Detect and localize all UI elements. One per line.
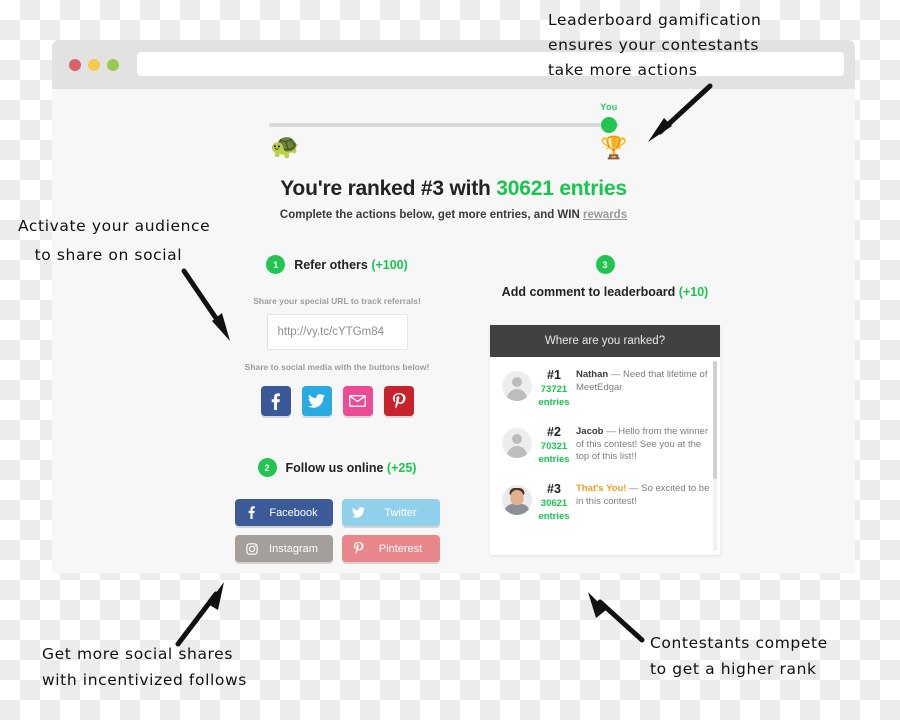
social-share-hint: Share to social media with the buttons b… bbox=[244, 362, 430, 372]
rank-cell: #1 73721 entries bbox=[532, 368, 576, 408]
rank-value: #3 bbox=[547, 482, 561, 496]
browser-window: You 🐢 🏆 You're ranked #3 with 30621 entr… bbox=[52, 40, 855, 573]
step-3-badge: 3 bbox=[595, 255, 615, 274]
referral-url-value: http://vy.tc/cYTGm84 bbox=[277, 326, 385, 338]
leaderboard-column: 3 Add comment to leaderboard (+10) Where… bbox=[460, 255, 750, 555]
follow-instagram-button[interactable]: Instagram bbox=[234, 535, 333, 562]
annotation-left: Activate your audience to share on socia… bbox=[18, 217, 211, 264]
entries-label: entries bbox=[538, 397, 570, 408]
follow-instagram-label: Instagram bbox=[269, 542, 318, 555]
step-2-header: 2 Follow us online (+25) bbox=[212, 458, 462, 477]
headline-entries: 30621 entries bbox=[496, 177, 627, 200]
entries-label: entries bbox=[538, 511, 570, 522]
comment-cell: Nathan — Need that lifetime of MeetEdgar bbox=[576, 368, 710, 408]
follow-twitter-label: Twitter bbox=[384, 506, 417, 519]
step-1-badge: 1 bbox=[266, 255, 286, 274]
follow-button-grid: Facebook Twitter Instagram Pinterest bbox=[234, 499, 440, 562]
step-3-points: (+10) bbox=[678, 285, 709, 299]
annotation-top: Leaderboard gamification ensures your co… bbox=[548, 11, 762, 79]
comment-dash: — bbox=[603, 426, 619, 437]
share-twitter-button[interactable] bbox=[301, 386, 332, 416]
comment-author: Nathan bbox=[576, 369, 609, 380]
step-3-label: Add comment to leaderboard bbox=[501, 285, 679, 299]
window-minimize-button[interactable] bbox=[88, 59, 100, 71]
comment-cell: Jacob — Hello from the winner of this co… bbox=[576, 425, 710, 465]
step-3-header: 3 bbox=[460, 255, 750, 274]
instagram-icon bbox=[243, 542, 261, 555]
actions-column: 1 Refer others (+100) Share your special… bbox=[212, 255, 462, 562]
window-maximize-button[interactable] bbox=[107, 59, 119, 71]
step-1-header: 1 Refer others (+100) bbox=[212, 255, 462, 274]
table-row[interactable]: #1 73721 entries Nathan — Need that life… bbox=[490, 357, 720, 414]
avatar bbox=[502, 371, 532, 401]
referral-url-input[interactable]: http://vy.tc/cYTGm84 bbox=[266, 314, 408, 350]
table-row[interactable]: #3 30621 entries That's You! — So excite… bbox=[490, 471, 720, 528]
step-2-label: Follow us online bbox=[285, 460, 387, 475]
comment-author: Jacob bbox=[576, 426, 604, 437]
envelope-icon bbox=[349, 395, 366, 407]
share-email-button[interactable] bbox=[342, 386, 373, 416]
scrollbar-thumb[interactable] bbox=[713, 361, 717, 479]
twitter-icon bbox=[308, 394, 325, 408]
window-close-button[interactable] bbox=[69, 59, 81, 71]
entries-value: 30621 bbox=[540, 498, 568, 509]
avatar bbox=[502, 428, 532, 458]
twitter-icon bbox=[350, 507, 368, 518]
facebook-icon bbox=[271, 392, 280, 410]
comment-cell: That's You! — So excited to be in this c… bbox=[576, 482, 710, 522]
comment-author: That's You! bbox=[576, 483, 627, 494]
step-3-title: Add comment to leaderboard (+10) bbox=[460, 285, 750, 299]
step-2-badge: 2 bbox=[257, 458, 277, 477]
annotation-arrow-bottom-left bbox=[175, 582, 224, 647]
comment-dash: — bbox=[608, 369, 623, 380]
follow-twitter-button[interactable]: Twitter bbox=[341, 499, 440, 526]
entries-label: entries bbox=[538, 454, 570, 465]
table-row[interactable]: #2 70321 entries Jacob — Hello from the … bbox=[490, 414, 720, 471]
trophy-icon: 🏆 bbox=[600, 135, 628, 160]
follow-pinterest-button[interactable]: Pinterest bbox=[341, 535, 440, 562]
follow-facebook-button[interactable]: Facebook bbox=[234, 499, 333, 526]
headline-prefix: You're ranked #3 with bbox=[280, 177, 497, 200]
comment-dash: — bbox=[626, 483, 642, 494]
rank-cell: #2 70321 entries bbox=[532, 425, 576, 465]
rank-value: #2 bbox=[547, 425, 561, 439]
share-pinterest-button[interactable] bbox=[383, 386, 414, 416]
page-title: You're ranked #3 with 30621 entries bbox=[52, 177, 855, 201]
facebook-icon bbox=[243, 506, 261, 519]
step-2-points: (+25) bbox=[386, 460, 417, 475]
subtitle-text: Complete the actions below, get more ent… bbox=[279, 209, 583, 221]
annotation-arrow-top bbox=[648, 83, 713, 142]
annotation-bottom-right: Contestants compete to get a higher rank bbox=[650, 634, 828, 678]
entries-value: 73721 bbox=[540, 384, 568, 395]
leaderboard-progress-track: You 🐢 🏆 bbox=[52, 102, 855, 167]
pinterest-icon bbox=[392, 392, 406, 408]
follow-facebook-label: Facebook bbox=[269, 506, 318, 519]
share-facebook-button[interactable] bbox=[260, 386, 291, 416]
leaderboard-panel: Where are you ranked? #1 73721 entries N… bbox=[490, 325, 720, 555]
progress-you-label: You bbox=[600, 102, 618, 112]
share-button-row bbox=[212, 386, 462, 416]
step-1-title: Refer others (+100) bbox=[294, 258, 408, 272]
step-1-points: (+100) bbox=[371, 257, 408, 272]
annotation-arrow-left bbox=[181, 268, 230, 341]
rank-cell: #3 30621 entries bbox=[532, 482, 576, 522]
leaderboard-list[interactable]: #1 73721 entries Nathan — Need that life… bbox=[490, 357, 720, 555]
entries-value: 70321 bbox=[540, 441, 568, 452]
progress-you-marker[interactable] bbox=[601, 117, 617, 133]
annotation-arrow-bottom-right bbox=[588, 592, 645, 643]
pinterest-icon bbox=[350, 542, 368, 555]
rewards-link[interactable]: rewards bbox=[583, 209, 627, 221]
page-viewport: You 🐢 🏆 You're ranked #3 with 30621 entr… bbox=[52, 89, 855, 573]
progress-bar bbox=[269, 123, 619, 127]
referral-url-hint: Share your special URL to track referral… bbox=[253, 296, 421, 306]
follow-pinterest-label: Pinterest bbox=[378, 542, 423, 555]
leaderboard-header: Where are you ranked? bbox=[490, 325, 720, 357]
turtle-icon: 🐢 bbox=[270, 133, 300, 160]
step-2-title: Follow us online (+25) bbox=[286, 461, 417, 475]
avatar bbox=[502, 485, 532, 515]
step-1-label: Refer others bbox=[294, 257, 372, 272]
rank-value: #1 bbox=[547, 368, 561, 382]
